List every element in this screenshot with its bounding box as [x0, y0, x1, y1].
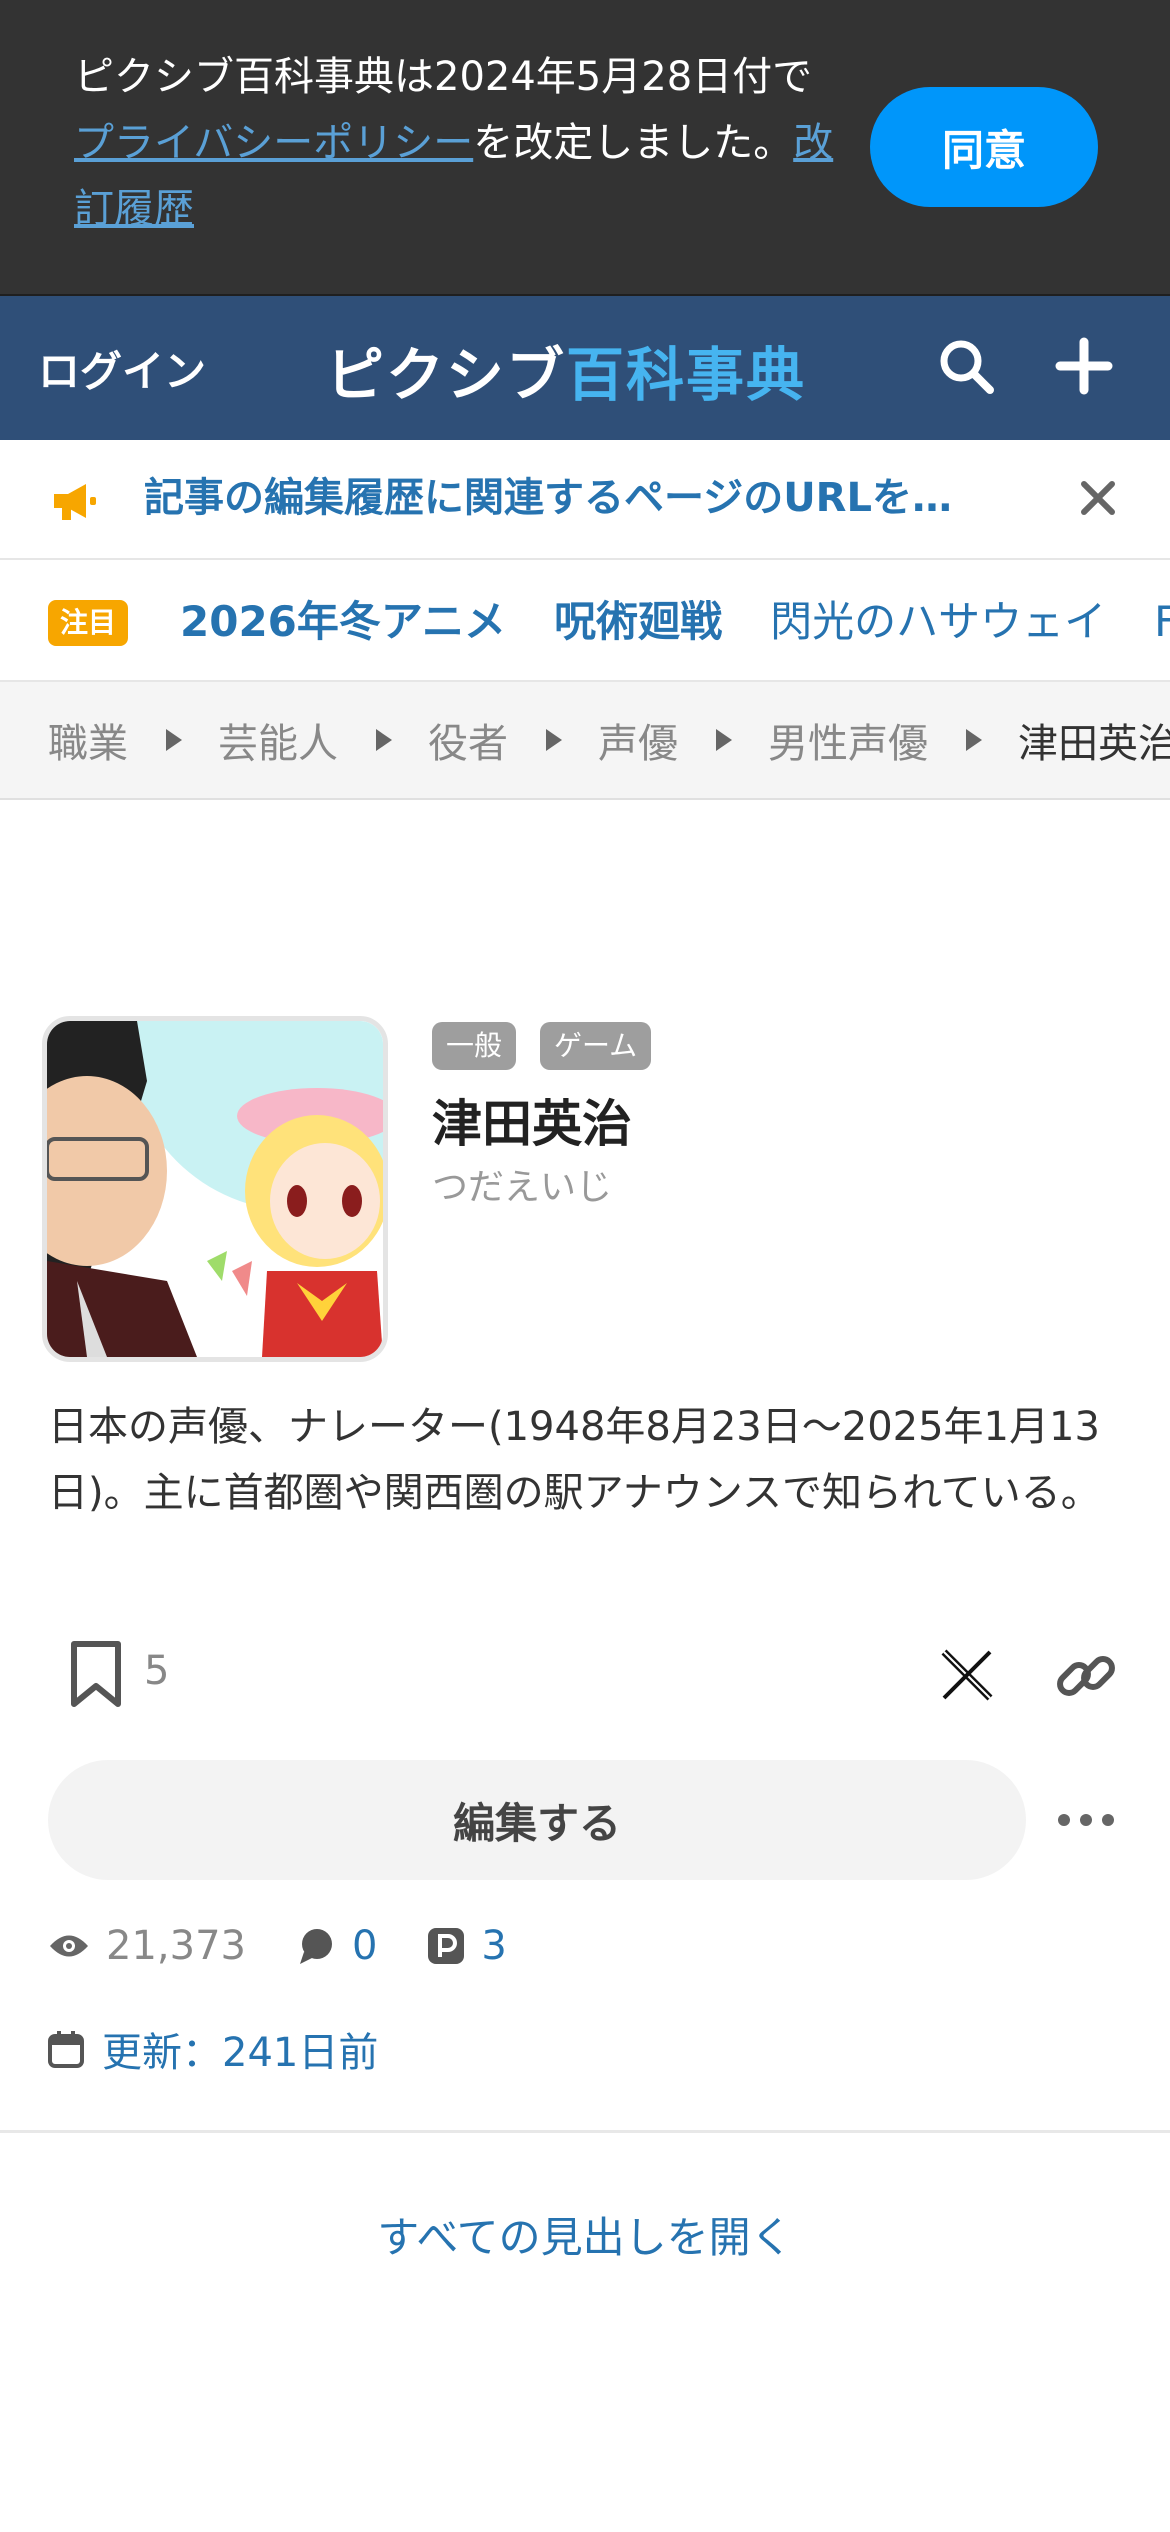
calendar-icon — [48, 2031, 84, 2068]
x-share-icon[interactable] — [940, 1648, 994, 1702]
site-header: ログイン ピクシブ百科事典 — [0, 296, 1170, 440]
article-thumbnail[interactable] — [42, 1016, 388, 1362]
banner-text: ピクシブ百科事典は2024年5月28日付でプライバシーポリシーを改定しました。改… — [74, 44, 834, 242]
breadcrumb-item[interactable]: 声優 — [598, 711, 678, 769]
breadcrumb-item[interactable]: 職業 — [48, 711, 128, 769]
views-count: 21,373 — [106, 1923, 246, 1969]
copy-link-icon[interactable] — [1054, 1644, 1118, 1708]
eye-icon — [50, 1935, 88, 1957]
notice-text[interactable]: 記事の編集履歴に関連するページのURLを… — [144, 468, 1004, 528]
login-link[interactable]: ログイン — [38, 338, 206, 399]
breadcrumb-current: 津田英治 — [1018, 721, 1170, 767]
bookmark-icon[interactable] — [66, 1640, 126, 1710]
pixiv-works-stat[interactable]: 3 — [427, 1923, 507, 1969]
breadcrumb-item[interactable]: 芸能人 — [218, 711, 338, 769]
breadcrumb-item[interactable]: 男性声優 — [768, 711, 928, 769]
pixiv-icon — [428, 1928, 465, 1964]
updated-info[interactable]: 更新：241日前 — [48, 2020, 378, 2078]
views-stat: 21,373 — [48, 1923, 246, 1969]
banner-text-middle: を改定しました。 — [473, 120, 794, 166]
bookmark-count: 5 — [144, 1648, 170, 1694]
breadcrumb-separator-icon — [966, 729, 982, 751]
breadcrumb-separator-icon — [546, 729, 562, 751]
trending-item[interactable]: 2026年冬アニメ — [180, 590, 506, 654]
open-all-headings-link[interactable]: すべての見出しを開く — [0, 2204, 1170, 2265]
trending-item[interactable]: F — [1154, 590, 1170, 654]
tag-game[interactable]: ゲーム — [540, 1022, 652, 1070]
breadcrumb-separator-icon — [376, 729, 392, 751]
trending-bar: 注目 2026年冬アニメ 呪術廻戦 閃光のハサウェイ F — [0, 562, 1170, 682]
breadcrumb-separator-icon — [166, 729, 182, 751]
trending-list: 2026年冬アニメ 呪術廻戦 閃光のハサウェイ F — [180, 590, 1170, 654]
notice-bar[interactable]: 記事の編集履歴に関連するページのURLを… — [0, 440, 1170, 560]
comment-icon — [299, 1929, 332, 1964]
breadcrumb-item[interactable]: 役者 — [428, 711, 508, 769]
banner-text-before: ピクシブ百科事典は2024年5月28日付で — [74, 54, 813, 100]
updated-text: 更新：241日前 — [102, 2030, 379, 2076]
trending-badge: 注目 — [48, 600, 129, 646]
comments-stat[interactable]: 0 — [296, 1923, 377, 1969]
thumbnail-illustration — [47, 1021, 383, 1357]
plus-icon[interactable] — [1054, 336, 1114, 396]
privacy-banner: ピクシブ百科事典は2024年5月28日付でプライバシーポリシーを改定しました。改… — [0, 0, 1170, 296]
comments-count: 0 — [351, 1923, 378, 1969]
trending-item[interactable]: 閃光のハサウェイ — [770, 590, 1106, 654]
breadcrumb-separator-icon — [716, 729, 732, 751]
tag-general[interactable]: 一般 — [432, 1022, 517, 1070]
megaphone-icon — [54, 484, 96, 520]
more-options-icon[interactable] — [1056, 1808, 1116, 1832]
logo-part1: ピクシブ — [326, 341, 567, 409]
site-logo[interactable]: ピクシブ百科事典 — [326, 328, 806, 412]
article-summary: 日本の声優、ナレーター(1948年8月23日〜2025年1月13日)。主に首都圏… — [48, 1404, 1101, 1516]
edit-button[interactable]: 編集する — [48, 1760, 1026, 1880]
trending-item[interactable]: 呪術廻戦 — [554, 590, 722, 654]
close-icon[interactable] — [1078, 478, 1118, 518]
logo-part2: 百科事典 — [566, 341, 807, 409]
page-title: 津田英治 — [432, 1095, 632, 1153]
search-icon[interactable] — [936, 336, 996, 396]
privacy-policy-link[interactable]: プライバシーポリシー — [74, 120, 473, 166]
title-reading: つだえいじ — [432, 1167, 613, 1208]
breadcrumb: 職業 芸能人 役者 声優 男性声優 津田英治 — [0, 682, 1170, 800]
agree-button[interactable]: 同意 — [870, 87, 1098, 207]
tag-list: 一般 ゲーム — [432, 1022, 652, 1070]
article-stats: 21,373 0 3 — [48, 1916, 557, 1976]
section-divider — [0, 2130, 1170, 2133]
pixiv-works-count: 3 — [481, 1923, 507, 1969]
